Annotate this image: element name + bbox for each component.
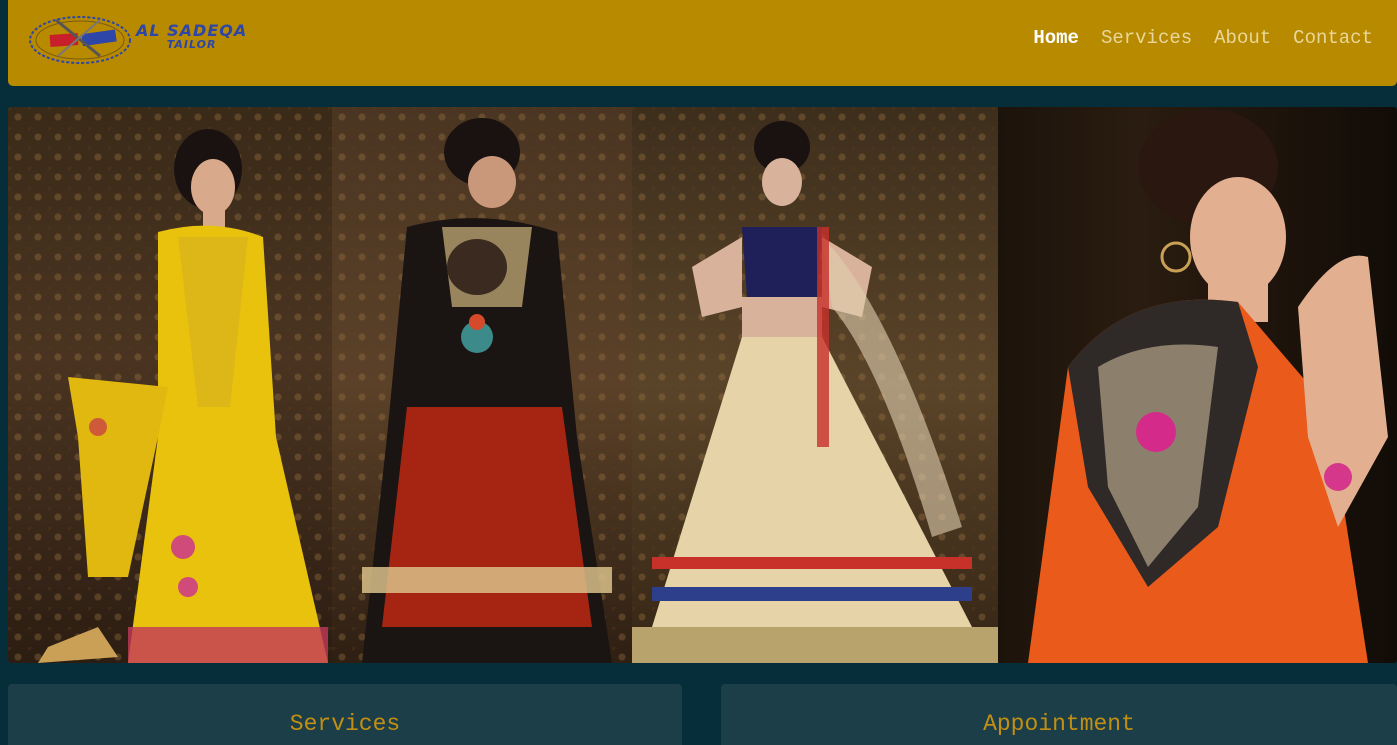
nav-link-about[interactable]: About bbox=[1214, 27, 1271, 49]
model-yellow-figure bbox=[38, 129, 328, 663]
nav-link-contact[interactable]: Contact bbox=[1293, 27, 1373, 49]
model-cream-figure bbox=[632, 121, 998, 663]
main-nav: Home Services About Contact bbox=[1033, 27, 1373, 49]
nav-link-services[interactable]: Services bbox=[1101, 27, 1192, 49]
hero-panel-yellow-outfit bbox=[8, 107, 332, 663]
brand-logo[interactable]: AL SADEQA TAILOR bbox=[28, 12, 258, 68]
brand-line1: AL SADEQA bbox=[136, 21, 248, 40]
services-card: Services bbox=[8, 684, 682, 745]
hero-panel-orange-outfit bbox=[998, 107, 1397, 663]
hero-panel-black-red-outfit bbox=[332, 107, 632, 663]
appointment-card: Appointment bbox=[721, 684, 1397, 745]
content-cards: Services Appointment bbox=[8, 684, 1397, 745]
hero-panel-cream-lehenga bbox=[632, 107, 998, 663]
nav-link-home[interactable]: Home bbox=[1033, 27, 1079, 49]
brand-name: AL SADEQA TAILOR bbox=[136, 21, 248, 52]
hero-banner-image bbox=[8, 107, 1397, 663]
model-black-red-figure bbox=[362, 118, 612, 663]
model-orange-figure bbox=[1028, 109, 1388, 663]
appointment-heading: Appointment bbox=[983, 711, 1135, 737]
brand-line2: TAILOR bbox=[166, 38, 217, 51]
top-navbar: AL SADEQA TAILOR Home Services About Con… bbox=[8, 0, 1397, 86]
services-heading: Services bbox=[289, 711, 401, 737]
